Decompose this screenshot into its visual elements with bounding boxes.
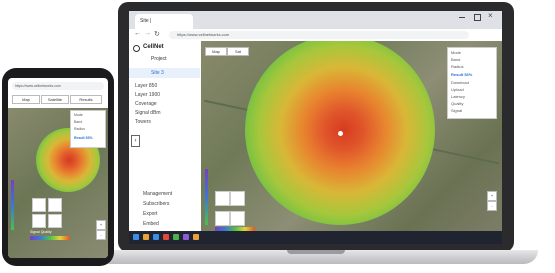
phone-results-panel: Mode Band Radius Result 53%	[70, 110, 106, 148]
site-label: Site 3	[151, 70, 164, 76]
reload-icon[interactable]: ↻	[154, 30, 160, 38]
phone-satellite-button[interactable]: Satellite	[41, 95, 69, 104]
forward-icon[interactable]: →	[144, 30, 151, 37]
phone-signal-slider[interactable]	[11, 180, 14, 230]
map-view-button[interactable]: Map	[205, 47, 227, 56]
maximize-icon[interactable]	[474, 14, 481, 21]
taskbar-app-icon[interactable]	[143, 234, 149, 240]
phone-legend-label: Signal Quality	[30, 230, 52, 234]
panel-item: Download	[451, 80, 469, 85]
phone-tool-button[interactable]	[32, 214, 46, 228]
phone-tool-button[interactable]	[32, 198, 46, 212]
panel-item: Band	[74, 120, 83, 124]
app-sidebar: CellNet Project Site 3 Layer 850 Layer 1…	[129, 41, 202, 231]
phone-tool-button[interactable]	[48, 214, 62, 228]
taskbar-app-icon[interactable]	[173, 234, 179, 240]
panel-item: Radius	[451, 64, 464, 69]
satellite-view-button[interactable]: Sat	[227, 47, 249, 56]
bottom-menu-item[interactable]: Subscribers	[143, 201, 169, 207]
panel-item: Radius	[74, 127, 85, 131]
back-icon[interactable]: ←	[134, 30, 141, 37]
panel-item: Quality	[451, 101, 464, 106]
tower-marker	[338, 131, 343, 136]
bottom-menu-item[interactable]: Embed	[143, 221, 159, 227]
phone-results-button[interactable]: Results	[70, 95, 102, 104]
panel-item: Mode	[74, 113, 83, 117]
bottom-menu-item[interactable]: Export	[143, 211, 157, 217]
zoom-out-button[interactable]: -	[487, 201, 497, 211]
map-canvas[interactable]: Map Sat Mode Band Radius Result 53% Down…	[201, 41, 502, 231]
start-icon[interactable]	[133, 234, 139, 240]
tool-button[interactable]	[230, 211, 245, 226]
sidebar-item[interactable]: Layer 1900	[135, 92, 160, 98]
phone-screen: https://www.cellnetworks.com Map Satelli…	[8, 78, 108, 258]
phone-result-highlight: Result 53%	[74, 136, 93, 140]
phone-map-canvas[interactable]: Mode Band Radius Result 53% Signal Quali…	[8, 108, 108, 258]
tool-button[interactable]	[215, 211, 230, 226]
logo-icon	[133, 45, 140, 52]
laptop-screen: Site | × ← → ↻ https://www.cellnetworks.…	[129, 11, 502, 244]
result-highlight: Result 53%	[451, 72, 473, 77]
panel-item: Latency	[451, 94, 466, 99]
laptop-notch	[287, 250, 345, 254]
tool-button[interactable]	[215, 191, 230, 206]
taskbar-app-icon[interactable]	[153, 234, 159, 240]
panel-item: Mode	[451, 50, 462, 55]
panel-item: Upload	[451, 87, 464, 92]
os-taskbar	[129, 231, 502, 244]
zoom-in-button[interactable]: +	[487, 191, 497, 201]
address-bar[interactable]: https://www.cellnetworks.com	[169, 31, 469, 39]
collapse-sidebar-icon[interactable]: ‹	[131, 135, 140, 147]
sidebar-item[interactable]: Signal dBm	[135, 110, 161, 116]
browser-tabstrip: Site | ×	[129, 11, 502, 29]
minimize-icon[interactable]	[459, 17, 465, 18]
panel-item: Band	[451, 57, 461, 62]
signal-slider[interactable]	[205, 169, 208, 225]
taskbar-app-icon[interactable]	[163, 234, 169, 240]
phone-zoom-in-button[interactable]: +	[96, 220, 106, 230]
sidebar-item[interactable]: Layer 850	[135, 83, 157, 89]
phone-signal-legend	[30, 236, 70, 240]
browser-tab[interactable]: Site |	[135, 14, 193, 29]
sidebar-item[interactable]: Towers	[135, 119, 151, 125]
phone-address-bar[interactable]: https://www.cellnetworks.com	[12, 82, 104, 90]
phone-map-button[interactable]: Map	[12, 95, 40, 104]
phone-zoom-out-button[interactable]: -	[96, 230, 106, 240]
bottom-menu-item[interactable]: Management	[143, 191, 172, 197]
results-panel: Mode Band Radius Result 53% Download Upl…	[447, 47, 497, 119]
phone-tool-button[interactable]	[48, 198, 62, 212]
app-logo-text: CellNet	[143, 44, 164, 50]
taskbar-app-icon[interactable]	[183, 234, 189, 240]
sidebar-item[interactable]: Coverage	[135, 101, 157, 107]
project-label[interactable]: Project	[151, 56, 167, 62]
taskbar-app-icon[interactable]	[193, 234, 199, 240]
close-icon[interactable]: ×	[488, 11, 493, 20]
panel-item: Signal	[451, 108, 463, 113]
tool-button[interactable]	[230, 191, 245, 206]
site-row[interactable]: Site 3	[129, 68, 200, 78]
